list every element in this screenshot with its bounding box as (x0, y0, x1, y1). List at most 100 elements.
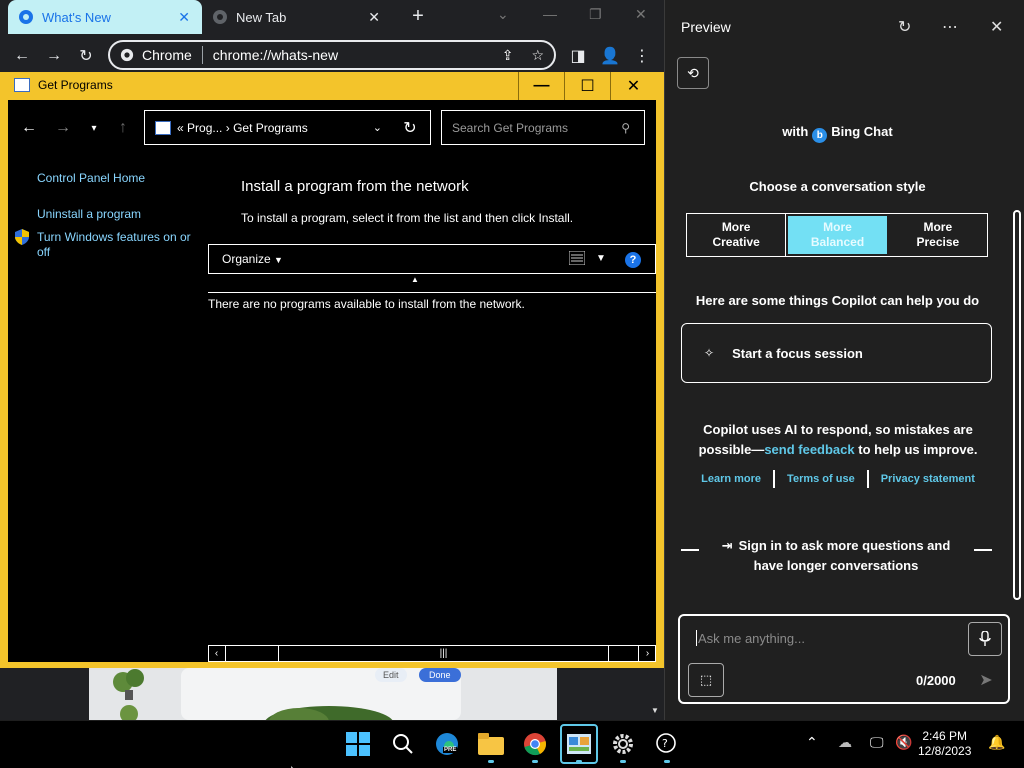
caret-down-icon[interactable]: ▼ (596, 253, 606, 264)
tab-close-icon[interactable]: ✕ (368, 9, 380, 26)
minimize-button[interactable]: — (518, 72, 564, 100)
clock-date: 12/8/2023 (918, 744, 972, 758)
scroll-thumb[interactable]: ||| (279, 645, 609, 662)
side-panel-icon[interactable]: ◨ (566, 44, 590, 68)
style-precise-button[interactable]: More Precise (889, 214, 987, 256)
network-icon[interactable]: 🖵 (870, 734, 884, 751)
file-explorer-icon[interactable] (477, 730, 505, 758)
site-label: Chrome (142, 47, 192, 63)
search-icon[interactable] (389, 730, 417, 758)
send-icon[interactable]: ➤ (970, 664, 1002, 696)
running-indicator (664, 760, 670, 763)
forward-icon[interactable]: → (42, 44, 66, 68)
get-help-icon[interactable]: ? (653, 730, 681, 758)
window-title-text: Get Programs (38, 78, 113, 92)
character-counter: 0/2000 (916, 673, 956, 688)
style-heading: Choose a conversation style (749, 179, 926, 194)
learn-more-link[interactable]: Learn more (701, 473, 761, 485)
clock-time: 2:46 PM (922, 729, 968, 743)
plant-image (109, 668, 149, 720)
back-icon[interactable]: ← (10, 44, 34, 68)
sparkle-icon: ✧ (704, 346, 715, 360)
omnibox[interactable]: Chrome chrome://whats-new ⇪ ☆ (108, 40, 556, 70)
style-creative-button[interactable]: More Creative (687, 214, 787, 256)
style-balanced-button[interactable]: More Balanced (788, 216, 887, 254)
breadcrumb-current[interactable]: Get Programs (233, 121, 308, 135)
breadcrumb-parent[interactable]: Prog... (187, 121, 222, 135)
clock[interactable]: 2:46 PM 12/8/2023 (918, 729, 971, 759)
chevron-down-icon[interactable]: ⌄ (373, 121, 382, 134)
notification-bell-icon[interactable]: 🔔 (988, 734, 1005, 751)
windows-start-icon[interactable] (344, 730, 372, 758)
show-hidden-icons-icon[interactable]: ⌃ (806, 734, 818, 751)
history-icon[interactable]: ⟲ (677, 57, 709, 89)
cloud-offline-icon[interactable]: ☁ (838, 734, 852, 751)
tab-whats-new[interactable]: What's New ✕ (8, 0, 202, 34)
control-panel-icon[interactable] (565, 730, 593, 758)
scroll-right-icon[interactable]: › (639, 645, 656, 662)
sign-in-prompt[interactable]: ⇥ Sign in to ask more questions and have … (716, 536, 956, 576)
bing-chat-branding: with b Bing Chat (664, 124, 1011, 143)
suggestions-heading: Here are some things Copilot can help yo… (695, 293, 980, 308)
search-input[interactable]: Search Get Programs ⚲ (441, 110, 645, 145)
chat-input[interactable]: Ask me anything... (696, 630, 805, 646)
up-icon[interactable]: ↑ (113, 118, 133, 138)
tab-close-icon[interactable]: ✕ (178, 9, 190, 26)
scroll-left-icon[interactable]: ‹ (208, 645, 226, 662)
close-button[interactable]: ✕ (610, 72, 656, 100)
vertical-scrollbar[interactable] (1013, 210, 1021, 600)
sort-arrow-icon[interactable]: ▲ (411, 275, 419, 284)
refresh-icon[interactable]: ↻ (898, 17, 911, 37)
done-pill[interactable]: Done (419, 668, 461, 682)
profile-icon[interactable]: 👤 (598, 44, 622, 68)
send-feedback-link[interactable]: send feedback (764, 442, 854, 457)
empty-list-message: There are no programs available to insta… (208, 297, 525, 311)
privacy-statement-link[interactable]: Privacy statement (881, 473, 975, 485)
maximize-icon[interactable]: ❐ (589, 6, 602, 23)
close-window-icon[interactable]: ✕ (635, 6, 647, 23)
maximize-button[interactable]: ☐ (564, 72, 610, 100)
uninstall-program-link[interactable]: Uninstall a program (37, 207, 141, 221)
reload-icon[interactable]: ↻ (74, 44, 98, 68)
help-icon[interactable]: ? (625, 252, 641, 268)
ai-disclaimer: Copilot uses AI to respond, so mistakes … (690, 420, 986, 460)
terms-of-use-link[interactable]: Terms of use (787, 473, 855, 485)
recent-locations-icon[interactable]: ▾ (84, 118, 104, 138)
share-icon[interactable]: ⇪ (502, 47, 514, 64)
forward-icon[interactable]: → (53, 118, 73, 138)
menu-kebab-icon[interactable]: ⋮ (630, 44, 654, 68)
suggestion-card[interactable]: ✧ Start a focus session (681, 323, 992, 383)
organize-label: Organize (222, 252, 271, 266)
screenshot-icon[interactable]: ⬚ (688, 663, 724, 697)
organize-button[interactable]: Organize ▼ (222, 252, 283, 266)
chrome-icon[interactable] (521, 730, 549, 758)
edge-preview-icon[interactable] (433, 730, 461, 758)
scroll-track[interactable] (609, 645, 639, 662)
control-panel-home-link[interactable]: Control Panel Home (37, 171, 145, 185)
more-options-icon[interactable]: ⋯ (942, 17, 958, 37)
settings-gear-icon[interactable] (609, 730, 637, 758)
tab-search-icon[interactable]: ⌄ (497, 6, 509, 23)
back-icon[interactable]: ← (19, 118, 39, 138)
microphone-icon[interactable] (968, 622, 1002, 656)
scroll-track[interactable] (226, 645, 279, 662)
view-options-icon[interactable] (568, 250, 586, 270)
url-text[interactable]: chrome://whats-new (213, 47, 338, 63)
footer-links: Learn more Terms of use Privacy statemen… (690, 470, 986, 488)
close-icon[interactable]: ✕ (990, 17, 1003, 37)
minimize-icon[interactable]: — (543, 6, 557, 22)
running-indicator (576, 760, 582, 763)
refresh-icon[interactable]: ↻ (400, 118, 420, 138)
new-tab-button[interactable]: + (408, 6, 428, 26)
windows-features-link[interactable]: Turn Windows features on or off (37, 230, 197, 260)
volume-muted-icon[interactable]: 🔇 (895, 734, 912, 751)
edit-pill[interactable]: Edit (375, 668, 407, 682)
chrome-logo-icon (120, 48, 134, 62)
style-label-line2: Precise (916, 235, 960, 249)
bookmark-star-icon[interactable]: ☆ (531, 47, 544, 64)
page-title: Install a program from the network (241, 178, 469, 195)
scroll-down-icon[interactable]: ▼ (651, 706, 659, 715)
text-caret (696, 630, 697, 646)
address-bar[interactable]: « Prog... › Get Programs ⌄ (144, 110, 431, 145)
tab-new-tab[interactable]: New Tab ✕ (202, 0, 392, 34)
